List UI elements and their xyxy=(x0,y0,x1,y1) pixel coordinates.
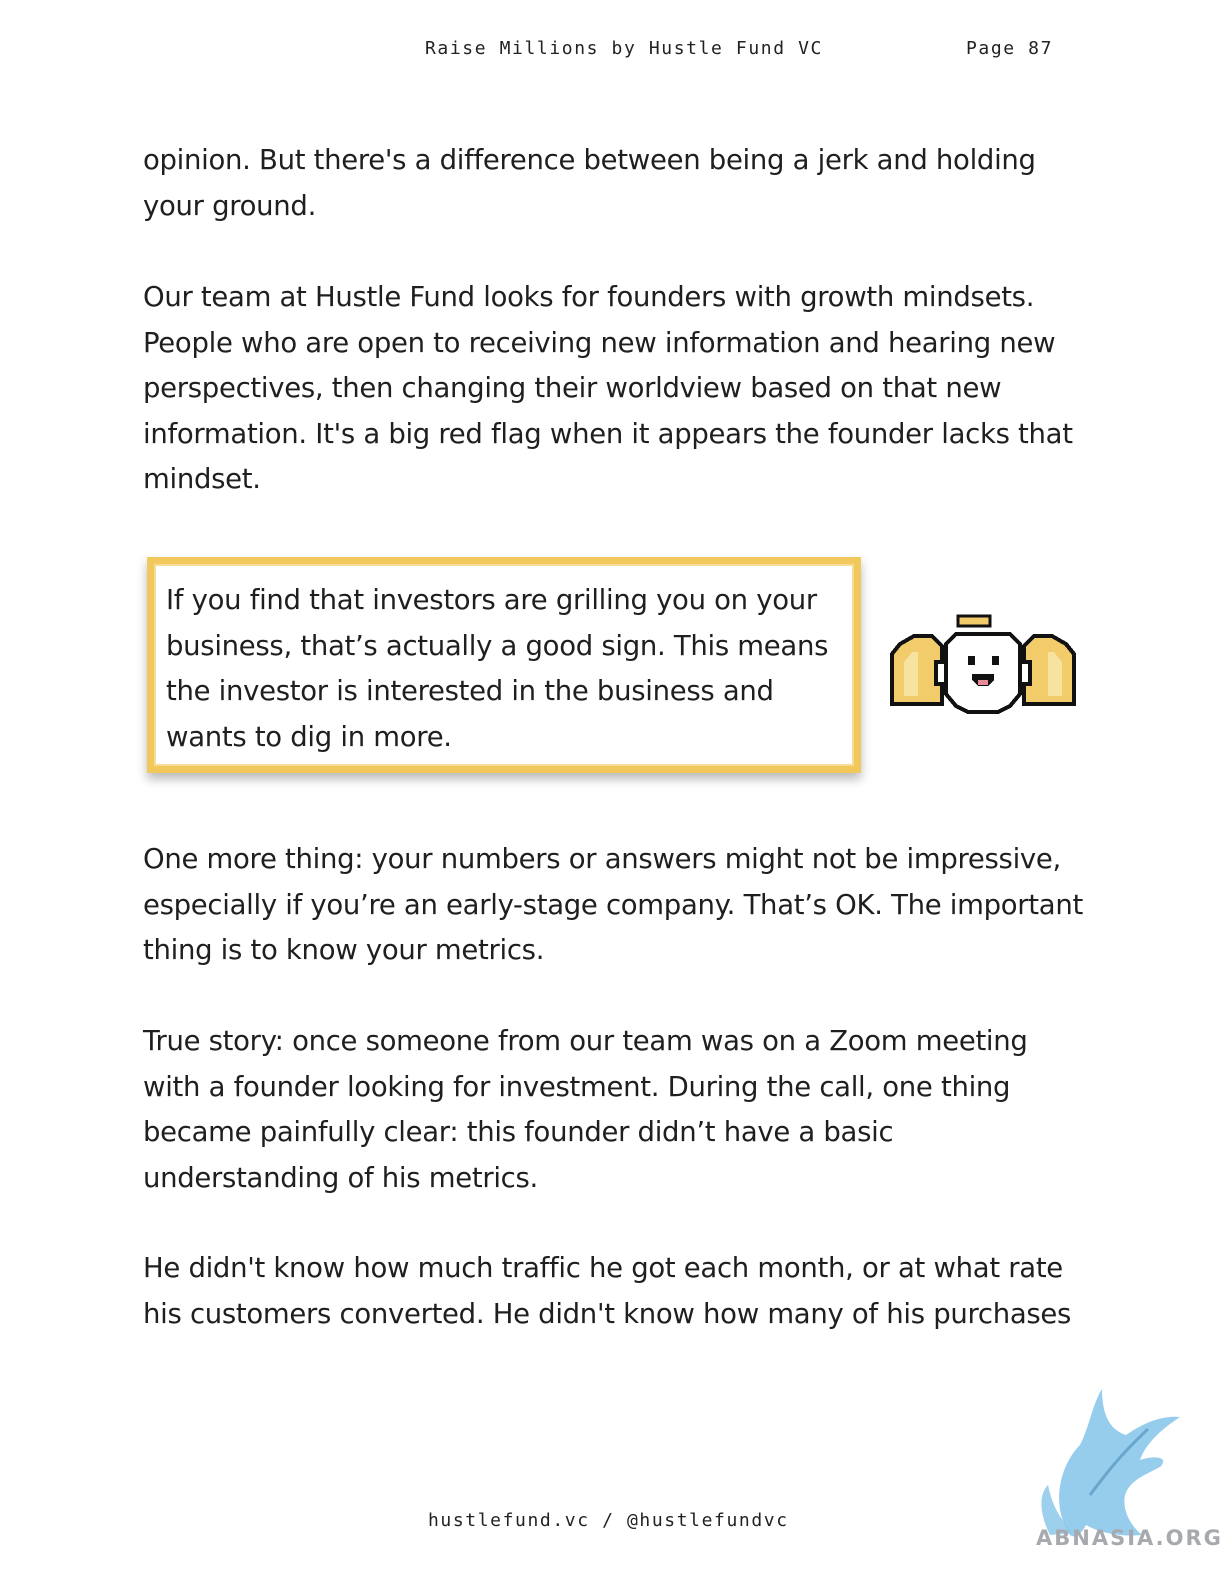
callout-text: If you find that investors are grilling … xyxy=(166,584,829,753)
callout-box: If you find that investors are grilling … xyxy=(147,557,861,773)
header-title: Raise Millions by Hustle Fund VC xyxy=(425,38,823,59)
footer-links: hustlefund.vc / @hustlefundvc xyxy=(428,1510,789,1531)
paragraph-opinion: opinion. But there's a difference betwee… xyxy=(143,144,1036,222)
paragraph-know-metrics: One more thing: your numbers or answers … xyxy=(143,843,1083,966)
watermark-text: ABNASIA.ORG xyxy=(1036,1526,1223,1550)
page-number: Page 87 xyxy=(966,38,1054,59)
paragraph-traffic: He didn't know how much traffic he got e… xyxy=(143,1252,1072,1330)
pixel-angel-mascot-icon xyxy=(890,614,1076,714)
paragraph-true-story: True story: once someone from our team w… xyxy=(143,1025,1028,1194)
paragraph-growth-mindset: Our team at Hustle Fund looks for founde… xyxy=(143,281,1073,495)
